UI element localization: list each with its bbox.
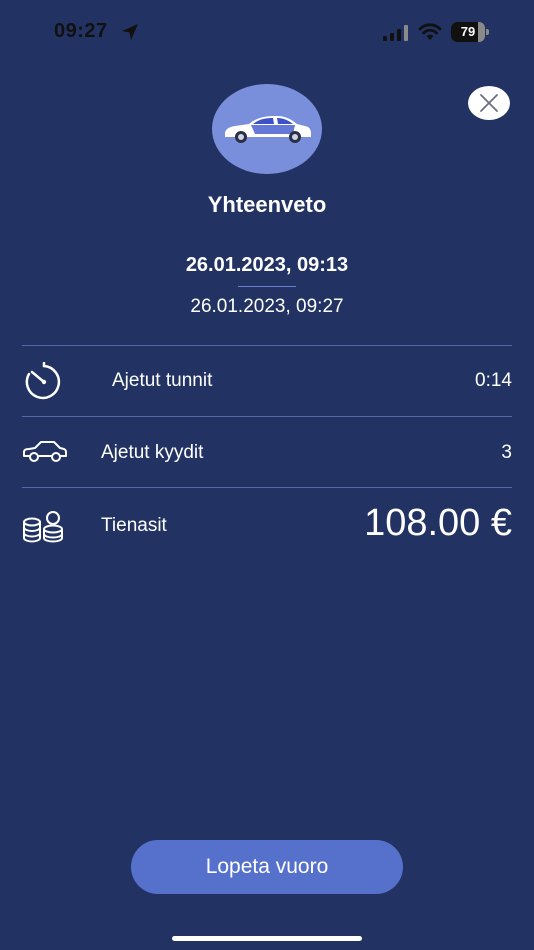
close-icon — [480, 94, 498, 112]
home-indicator — [172, 936, 362, 941]
summary-row-label: Ajetut tunnit — [112, 370, 213, 391]
date-divider — [238, 286, 296, 287]
status-time: 09:27 — [54, 20, 108, 42]
battery-icon: 79 — [451, 22, 489, 42]
status-bar: 09:27 79 — [0, 0, 534, 60]
wifi-icon — [418, 23, 442, 40]
car-outline-icon — [23, 441, 67, 462]
summary-row-rides: Ajetut kyydit 3 — [22, 417, 512, 487]
avatar — [212, 84, 322, 174]
close-button[interactable] — [468, 86, 510, 120]
coins-icon — [23, 511, 63, 543]
signal-icon — [383, 25, 408, 41]
summary-row-value: 3 — [501, 442, 512, 463]
car-icon — [225, 116, 311, 143]
summary-row-value: 0:14 — [475, 370, 512, 391]
stopwatch-icon — [25, 362, 61, 400]
shift-start-time: 26.01.2023, 09:13 — [185, 254, 349, 276]
location-arrow-icon — [122, 24, 138, 40]
page-title: Yhteenveto — [207, 192, 327, 217]
battery-level: 79 — [460, 24, 476, 39]
summary-row-hours: Ajetut tunnit 0:14 — [22, 346, 512, 416]
end-shift-button[interactable]: Lopeta vuoro — [131, 840, 403, 894]
summary-row-label: Ajetut kyydit — [101, 442, 204, 463]
shift-end-time: 26.01.2023, 09:27 — [190, 296, 344, 317]
summary-row-earnings: Tienasit 108.00 € — [22, 488, 512, 558]
earnings-value: 108.00 € — [364, 502, 512, 544]
summary-row-label: Tienasit — [101, 515, 167, 536]
